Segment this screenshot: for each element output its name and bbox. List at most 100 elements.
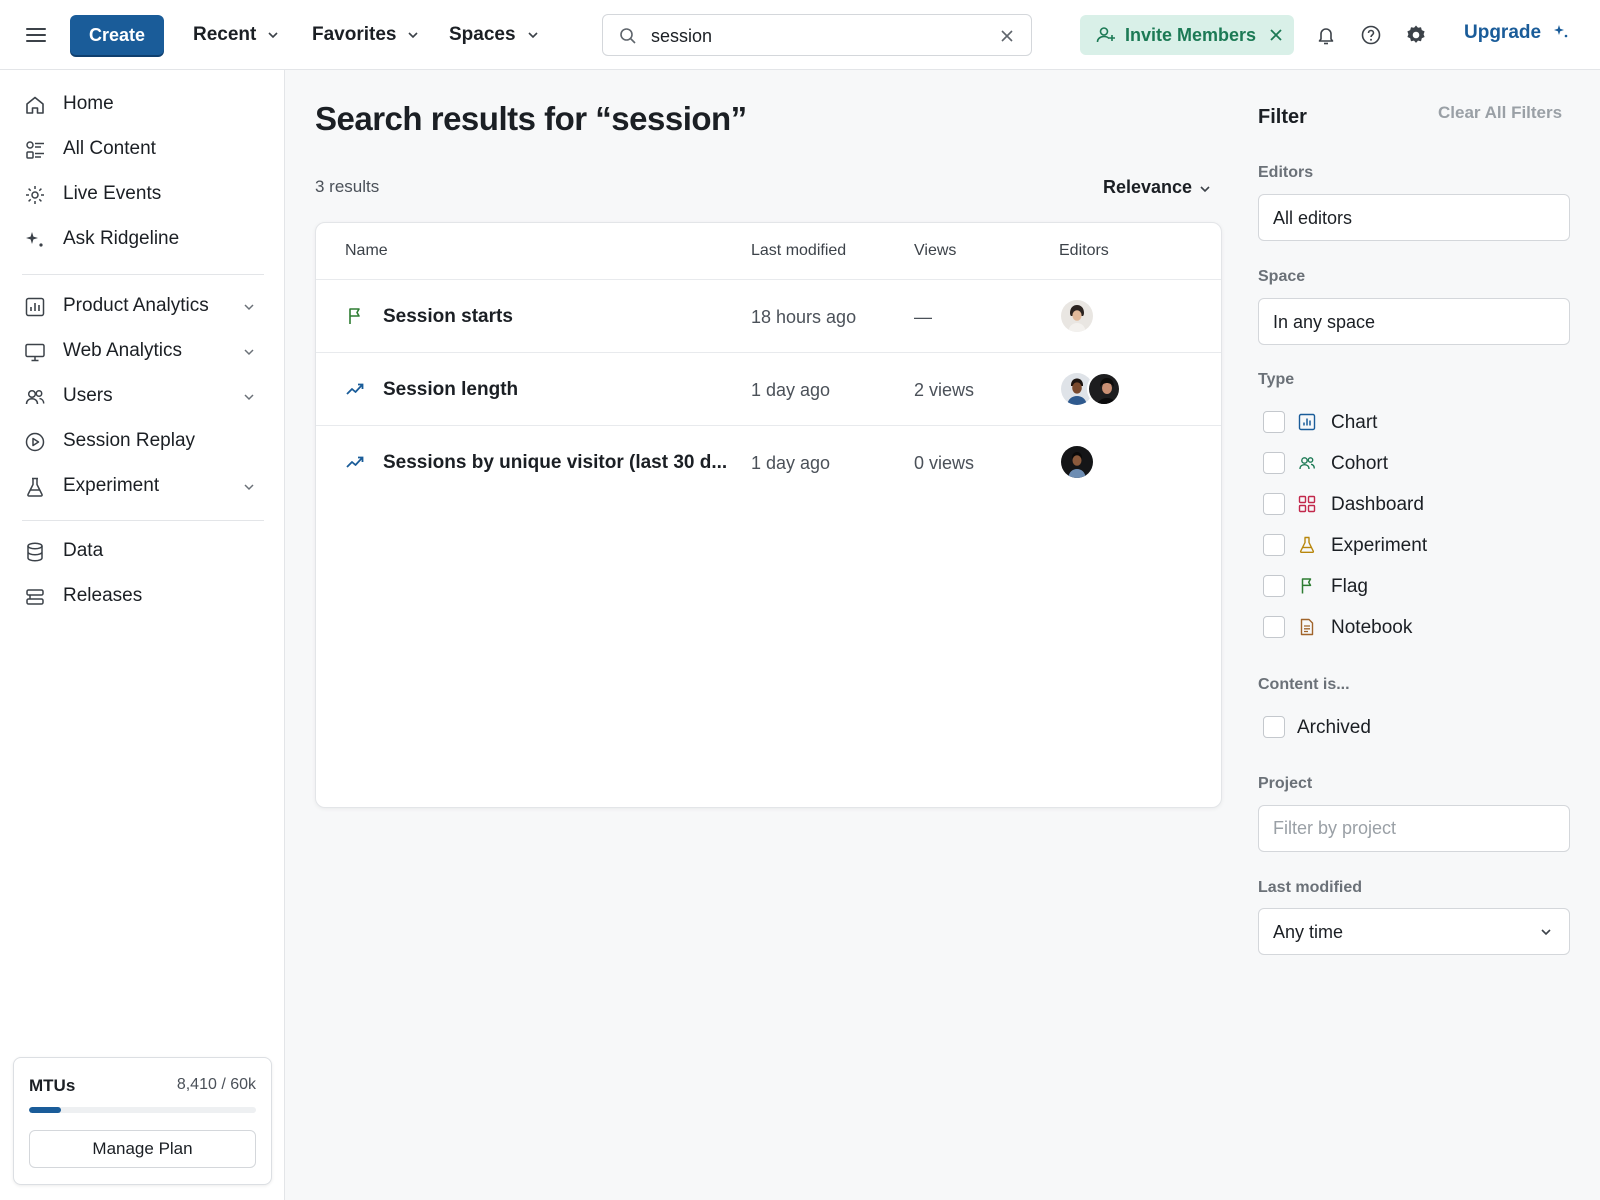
sidebar-item-session-replay[interactable]: Session Replay [24, 426, 264, 456]
monitor-icon [25, 343, 45, 362]
trend-chart-icon [346, 383, 364, 395]
type-label: Flag [1331, 576, 1368, 597]
sidebar-item-home[interactable]: Home [24, 89, 264, 119]
mtu-progress-fill [29, 1107, 61, 1113]
sidebar-item-data[interactable]: Data [24, 536, 264, 566]
archived-checkbox[interactable]: Archived [1263, 716, 1543, 740]
type-checkbox-experiment[interactable]: Experiment [1263, 534, 1543, 558]
checkbox[interactable] [1263, 716, 1285, 738]
invite-members-button[interactable]: Invite Members [1125, 25, 1256, 46]
editors-filter-select[interactable]: All editors [1258, 194, 1570, 241]
search-input[interactable] [651, 23, 981, 49]
column-header-editors[interactable]: Editors [1059, 242, 1109, 260]
clear-search-icon[interactable] [999, 28, 1015, 44]
clear-all-filters-button[interactable]: Clear All Filters [1438, 103, 1562, 123]
sidebar-item-users[interactable]: Users [24, 381, 264, 411]
close-icon[interactable] [1269, 28, 1283, 42]
help-icon[interactable] [1360, 24, 1382, 46]
sidebar-item-web-analytics[interactable]: Web Analytics [24, 336, 264, 366]
dashboard-icon [1298, 495, 1316, 513]
sidebar-item-label: Users [63, 385, 113, 406]
result-count: 3 results [315, 177, 380, 196]
sidebar-item-label: Session Replay [63, 430, 196, 451]
type-label: Experiment [1331, 535, 1428, 556]
result-last-modified: 18 hours ago [751, 307, 857, 327]
sidebar-item-all-content[interactable]: All Content [24, 134, 264, 164]
checkbox[interactable] [1263, 493, 1285, 515]
favorites-dropdown[interactable]: Favorites [312, 22, 420, 48]
bell-icon[interactable] [1315, 24, 1337, 46]
last-modified-select[interactable]: Any time [1258, 908, 1570, 955]
type-checkbox-chart[interactable]: Chart [1263, 411, 1543, 435]
create-button[interactable]: Create [70, 15, 164, 55]
users-icon [25, 389, 45, 405]
sparkle-icon [1554, 25, 1568, 38]
type-checkbox-dashboard[interactable]: Dashboard [1263, 493, 1543, 517]
chart-icon [1298, 413, 1316, 431]
sidebar-item-label: Web Analytics [63, 340, 182, 361]
last-modified-filter-label: Last modified [1258, 879, 1363, 896]
spaces-label: Spaces [449, 24, 516, 45]
content-is-label: Content is... [1258, 676, 1350, 693]
checkbox[interactable] [1263, 452, 1285, 474]
play-circle-icon [25, 432, 45, 452]
editor-avatar [1061, 446, 1093, 478]
sidebar-item-releases[interactable]: Releases [24, 581, 264, 611]
table-row[interactable]: Session length 1 day ago 2 views [316, 352, 1221, 425]
sidebar-item-ask-ridgeline[interactable]: Ask Ridgeline [24, 224, 264, 254]
sidebar-item-label: Releases [63, 585, 143, 606]
page-title: Search results for “session” [315, 100, 747, 137]
table-row[interactable]: Sessions by unique visitor (last 30 d...… [316, 425, 1221, 498]
checkbox[interactable] [1263, 616, 1285, 638]
column-header-views[interactable]: Views [914, 242, 956, 260]
type-filter-label: Type [1258, 371, 1295, 388]
releases-icon [26, 589, 44, 605]
last-modified-value: Any time [1273, 922, 1344, 942]
editor-avatar [1087, 372, 1121, 406]
chevron-down-icon [1541, 929, 1551, 936]
column-header-name[interactable]: Name [345, 242, 388, 260]
chevron-down-icon [244, 304, 254, 311]
checkbox[interactable] [1263, 411, 1285, 433]
manage-plan-button[interactable]: Manage Plan [29, 1130, 256, 1168]
editor-avatar [1061, 300, 1093, 332]
editors-filter-label: Editors [1258, 164, 1314, 181]
mtu-title: MTUs [29, 1076, 76, 1095]
sidebar-item-label: Experiment [63, 475, 160, 496]
sidebar-item-label: Product Analytics [63, 295, 209, 316]
flask-icon [27, 477, 43, 497]
checkbox[interactable] [1263, 575, 1285, 597]
chevron-down-icon [244, 394, 254, 401]
hamburger-menu-icon[interactable] [24, 24, 48, 46]
gear-icon[interactable] [1405, 24, 1427, 46]
mtu-progress-bar [29, 1107, 256, 1113]
type-label: Notebook [1331, 617, 1413, 638]
type-checkbox-cohort[interactable]: Cohort [1263, 452, 1543, 476]
live-events-icon [26, 186, 44, 204]
result-name[interactable]: Session starts [383, 306, 513, 328]
table-row[interactable]: Session starts 18 hours ago — [316, 279, 1221, 352]
project-filter-input[interactable] [1258, 805, 1570, 852]
sidebar-item-label: All Content [63, 138, 156, 159]
column-header-last-modified[interactable]: Last modified [751, 242, 846, 260]
sparkle-icon [26, 232, 43, 247]
type-label: Dashboard [1331, 494, 1424, 515]
result-name[interactable]: Sessions by unique visitor (last 30 d... [383, 452, 727, 474]
result-name[interactable]: Session length [383, 379, 518, 401]
sidebar-item-product-analytics[interactable]: Product Analytics [24, 291, 264, 321]
result-last-modified: 1 day ago [751, 453, 831, 473]
trend-chart-icon [346, 456, 364, 468]
spaces-dropdown[interactable]: Spaces [449, 22, 540, 48]
type-checkbox-notebook[interactable]: Notebook [1263, 616, 1543, 640]
space-filter-select[interactable]: In any space [1258, 298, 1570, 345]
sort-dropdown[interactable]: Relevance [1103, 177, 1192, 198]
recent-dropdown[interactable]: Recent [193, 22, 280, 48]
chevron-down-icon[interactable] [1198, 182, 1212, 196]
type-checkbox-flag[interactable]: Flag [1263, 575, 1543, 599]
results-table: Name Last modified Views Editors Session… [315, 222, 1222, 808]
sidebar-item-label: Live Events [63, 183, 162, 204]
sidebar-item-live-events[interactable]: Live Events [24, 179, 264, 209]
upgrade-link[interactable]: Upgrade [1464, 22, 1541, 44]
sidebar-item-experiment[interactable]: Experiment [24, 471, 264, 501]
checkbox[interactable] [1263, 534, 1285, 556]
